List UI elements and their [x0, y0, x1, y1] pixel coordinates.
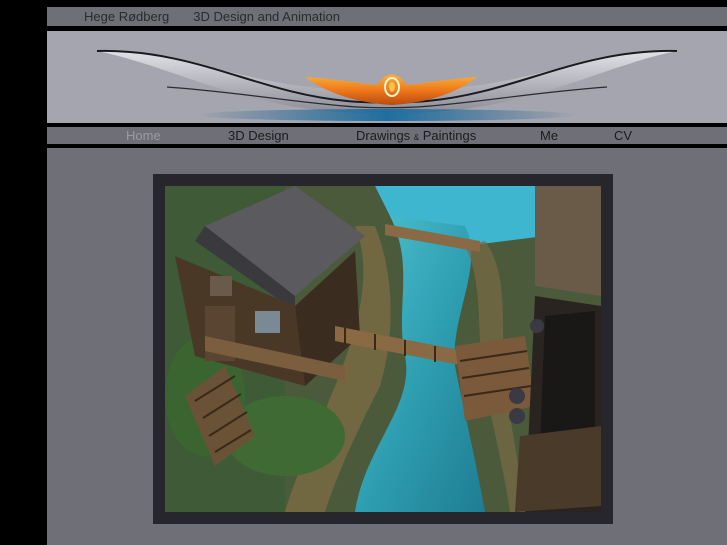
- nav-drawings-paintings[interactable]: Drawings & Paintings: [356, 127, 476, 144]
- nav-cv[interactable]: CV: [614, 127, 632, 144]
- site-tagline: 3D Design and Animation: [193, 9, 340, 24]
- banner: [47, 31, 727, 123]
- main-content: [47, 148, 727, 545]
- image-frame: [153, 174, 613, 524]
- village-river-scene-image: [165, 186, 601, 512]
- nav-drawings-label: Drawings: [356, 128, 414, 143]
- featured-artwork-image[interactable]: [165, 186, 601, 512]
- nav-paintings-label: Paintings: [419, 128, 477, 143]
- banner-logo-icon: [96, 49, 678, 121]
- page: Hege Rødberg 3D Design and Animation Hom…: [47, 0, 727, 545]
- nav-me[interactable]: Me: [540, 127, 558, 144]
- site-owner-name[interactable]: Hege Rødberg: [84, 9, 169, 24]
- nav-home[interactable]: Home: [126, 127, 161, 144]
- nav-3d-design[interactable]: 3D Design: [228, 127, 289, 144]
- top-bar: Hege Rødberg 3D Design and Animation: [47, 7, 727, 26]
- main-navigation: Home 3D Design Drawings & Paintings Me C…: [47, 127, 727, 144]
